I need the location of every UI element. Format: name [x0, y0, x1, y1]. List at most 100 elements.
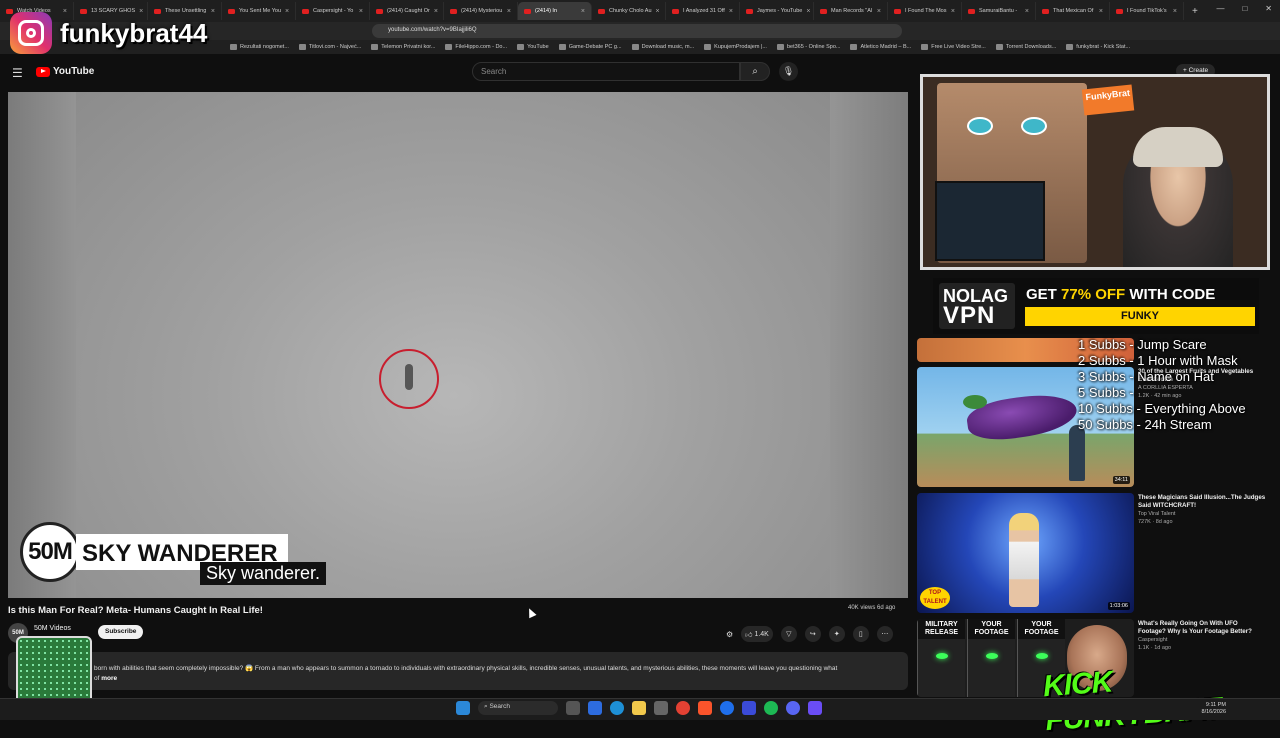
tab-close-icon[interactable]: ×: [434, 8, 438, 15]
browser-tab[interactable]: I Analyzed 31 Off ×: [666, 2, 740, 20]
discord-icon[interactable]: [786, 701, 800, 715]
more-link[interactable]: more: [101, 675, 117, 682]
new-tab-button[interactable]: +: [1184, 6, 1206, 17]
tab-close-icon[interactable]: ×: [211, 8, 215, 15]
bookmark-item[interactable]: Free Live Video Stre...: [921, 44, 986, 50]
tab-close-icon[interactable]: ×: [507, 8, 511, 15]
tab-close-icon[interactable]: ×: [951, 8, 955, 15]
windows-start-icon[interactable]: [456, 701, 470, 715]
edge-icon[interactable]: [610, 701, 624, 715]
person-figure: [1069, 425, 1085, 481]
recommendation-info[interactable]: These Magicians Said Illusion...The Judg…: [1138, 494, 1266, 526]
minimize-icon[interactable]: —: [1216, 4, 1224, 13]
ufo-icon: [936, 653, 948, 659]
youtube-logo[interactable]: YouTube: [36, 66, 94, 77]
browser-tab[interactable]: Caspersight - Yo ×: [296, 2, 370, 20]
ask-ai-button[interactable]: ✦: [828, 626, 845, 642]
taskbar-search[interactable]: ⌕ Search: [478, 701, 558, 715]
tab-close-icon[interactable]: ×: [359, 8, 363, 15]
taskbar-clock[interactable]: 9:11 PM 8/16/2026: [1202, 702, 1226, 716]
youtube-favicon-icon: [820, 8, 827, 14]
youtube-favicon-icon: [450, 8, 457, 14]
bookmark-item[interactable]: Atletico Madrid – B...: [850, 44, 911, 50]
share-icon: ↪: [809, 631, 816, 638]
url-field[interactable]: youtube.com/watch?v=9BIajjili6Q: [372, 24, 902, 38]
app-icon-purple[interactable]: [808, 701, 822, 715]
youtube-favicon-icon: [302, 8, 309, 14]
voice-search-button[interactable]: 🎙: [779, 62, 798, 81]
app-icon[interactable]: [720, 701, 734, 715]
store-icon[interactable]: [654, 701, 668, 715]
browser-tab[interactable]: That Mexican Of ×: [1036, 2, 1110, 20]
close-window-icon[interactable]: ✕: [1265, 4, 1272, 13]
video-description[interactable]: born with abilities that seem completely…: [8, 652, 908, 690]
tab-close-icon[interactable]: ×: [285, 8, 289, 15]
recommendation-thumbnail[interactable]: TOP TALENT 1:03:06: [917, 493, 1134, 613]
browser-tab[interactable]: Jaymes - YouTube ×: [740, 2, 814, 20]
browser-tab[interactable]: Chunky Cholo Au ×: [592, 2, 666, 20]
tab-close-icon[interactable]: ×: [581, 8, 585, 15]
tab-close-icon[interactable]: ×: [806, 8, 810, 15]
bookmark-item[interactable]: Torrent Downloads...: [995, 44, 1056, 50]
ufo-icon: [1036, 653, 1048, 659]
tab-label: (2414) Caught Or: [387, 8, 430, 14]
youtube-favicon-icon: [746, 8, 753, 14]
bookmark-item[interactable]: FileHippo.com - Do...: [445, 44, 507, 50]
bookmark-label: Titlovi.com - Najveć...: [308, 44, 362, 50]
subscribe-button[interactable]: Subscribe: [98, 625, 144, 639]
bookmark-item[interactable]: KupujemProdajem |...: [704, 44, 767, 50]
bookmark-item[interactable]: Rezultati nogomet...: [230, 44, 289, 50]
copilot-icon[interactable]: [588, 701, 602, 715]
vpn-offer-prefix: GET: [1026, 286, 1062, 303]
share-button[interactable]: ↪: [804, 626, 821, 642]
browser-tab[interactable]: I Found TikTok's ×: [1110, 2, 1184, 20]
tab-close-icon[interactable]: ×: [1173, 8, 1177, 15]
save-button[interactable]: ▯: [852, 626, 869, 642]
youtube-favicon-icon: [968, 8, 975, 14]
bookmark-item[interactable]: Titlovi.com - Najveć...: [298, 44, 362, 50]
bookmark-item[interactable]: Telemon Privatni kor...: [371, 44, 435, 50]
like-button[interactable]: 👍︎ 1.4K: [741, 626, 773, 642]
settings-gear-icon[interactable]: ⚙: [726, 630, 733, 639]
recommendation-info[interactable]: What's Really Going On With UFO Footage?…: [1138, 620, 1266, 652]
tab-close-icon[interactable]: ×: [1099, 8, 1103, 15]
browser-tab[interactable]: (2414) Mysteriou ×: [444, 2, 518, 20]
chrome-icon[interactable]: [676, 701, 690, 715]
video-title: Is this Man For Real? Meta- Humans Caugh…: [8, 605, 263, 616]
browser-tab[interactable]: Man Records "Al ×: [814, 2, 888, 20]
browser-tab[interactable]: (2414) In ×: [518, 2, 592, 20]
more-options-button[interactable]: ⋯: [876, 626, 893, 642]
tab-close-icon[interactable]: ×: [656, 8, 660, 15]
dislike-button[interactable]: ▽: [780, 626, 797, 642]
search-input[interactable]: Search: [472, 62, 740, 81]
browser-tab[interactable]: You Sent Me You ×: [222, 2, 296, 20]
file-explorer-icon[interactable]: [632, 701, 646, 715]
bookmark-favicon-icon: [995, 44, 1003, 50]
bookmark-item[interactable]: Game-Debate PC g...: [558, 44, 622, 50]
tab-close-icon[interactable]: ×: [877, 8, 881, 15]
widgets-icon[interactable]: [566, 701, 580, 715]
hamburger-menu-icon[interactable]: ☰: [12, 66, 23, 80]
sparkle-icon: ✦: [833, 631, 840, 638]
teams-icon[interactable]: [742, 701, 756, 715]
bookmark-item[interactable]: funkybrat - Kick Stat...: [1066, 44, 1130, 50]
streamer-hair: [1133, 127, 1223, 167]
channel-name[interactable]: 50M Videos: [34, 625, 71, 632]
youtube-favicon-icon: [376, 8, 383, 14]
bookmark-item[interactable]: bet365 - Online Spo...: [776, 44, 840, 50]
footage-label: YOUR FOOTAGE: [1018, 619, 1065, 639]
bookmark-item[interactable]: YouTube: [517, 44, 549, 50]
search-button[interactable]: ⌕: [740, 62, 770, 81]
browser-tab[interactable]: SamuraiBantu - ×: [962, 2, 1036, 20]
clock-time: 9:11 PM: [1205, 702, 1226, 708]
brave-icon[interactable]: [698, 701, 712, 715]
tab-label: Chunky Cholo Au: [609, 8, 652, 14]
browser-tab[interactable]: I Found The Mos ×: [888, 2, 962, 20]
tab-close-icon[interactable]: ×: [1025, 8, 1029, 15]
bookmark-favicon-icon: [230, 44, 237, 50]
browser-tab[interactable]: (2414) Caught Or ×: [370, 2, 444, 20]
bookmark-item[interactable]: Download music, m...: [631, 44, 694, 50]
maximize-icon[interactable]: □: [1242, 4, 1247, 13]
spotify-icon[interactable]: [764, 701, 778, 715]
tab-close-icon[interactable]: ×: [729, 8, 733, 15]
